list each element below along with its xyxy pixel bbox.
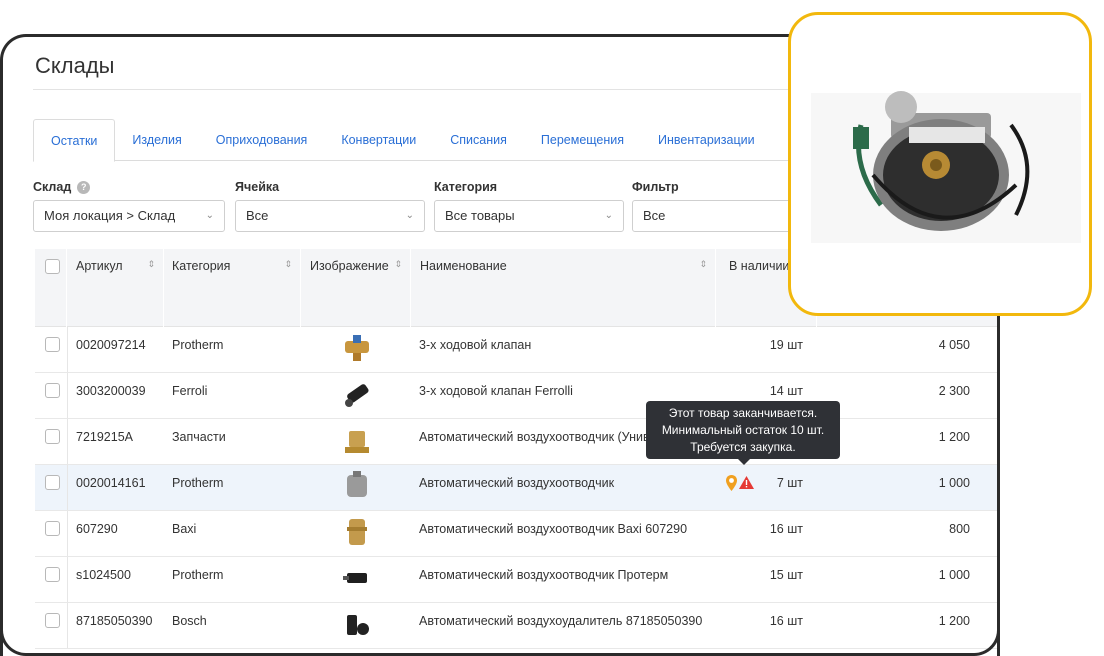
row-stock: 7 шт — [776, 476, 803, 490]
row-stock: 16 шт — [769, 522, 803, 536]
tooltip-line: Этот товар заканчивается. — [668, 406, 818, 420]
row-stock: 16 шт — [769, 614, 803, 628]
table-row[interactable]: 607290 Baxi Автоматический воздухоотводчик… — [35, 511, 997, 557]
tab-write-offs[interactable]: Списания — [433, 119, 524, 161]
row-category: Protherm — [172, 568, 224, 582]
row-checkbox[interactable] — [45, 429, 60, 444]
row-category: Bosch — [172, 614, 207, 628]
filter-category-label: Категория — [434, 180, 498, 194]
help-icon[interactable]: ? — [77, 180, 91, 194]
low-stock-tooltip: Этот товар заканчивается. Минимальный ос… — [646, 401, 840, 459]
column-image[interactable]: Изображение ⇕ — [302, 249, 411, 327]
row-category: Protherm — [172, 338, 224, 352]
column-sku[interactable]: Артикул ⇕ — [68, 249, 164, 327]
cell-select[interactable]: Все ⌄ — [235, 200, 425, 232]
row-price: 1 200 — [938, 614, 970, 628]
tab-conversions[interactable]: Конвертации — [324, 119, 433, 161]
row-checkbox[interactable] — [45, 337, 60, 352]
cell-select-value: Все — [246, 208, 269, 223]
table-row[interactable]: s1024500 Protherm Автоматический воздухоот… — [35, 557, 997, 603]
row-price: 1 000 — [938, 568, 970, 582]
page-title: Склады — [35, 53, 115, 78]
pump-motor-image — [811, 91, 1081, 243]
row-price: 2 300 — [938, 384, 970, 398]
row-name[interactable]: Автоматический воздухоудалитель 87185050… — [419, 603, 702, 649]
row-price: 1 000 — [938, 476, 970, 490]
chevron-down-icon: ⌄ — [205, 210, 214, 221]
tooltip-arrow — [738, 459, 750, 465]
row-price: 1 200 — [938, 430, 970, 444]
product-thumbnail[interactable] — [339, 469, 375, 503]
chevron-down-icon: ⌄ — [604, 210, 613, 221]
product-thumbnail[interactable] — [339, 377, 375, 411]
row-name[interactable]: Автоматический воздухоотводчик Протерм — [419, 557, 668, 603]
row-sku: 0020097214 — [76, 338, 146, 352]
product-thumbnail[interactable] — [339, 561, 375, 595]
tooltip-line: Требуется закупка. — [690, 440, 796, 454]
column-category[interactable]: Категория ⇕ — [164, 249, 301, 327]
row-sku: s1024500 — [76, 568, 131, 582]
row-sku: 7219215A — [76, 430, 134, 444]
row-name[interactable]: 3-х ходовой клапан — [419, 327, 531, 373]
row-price: 4 050 — [938, 338, 970, 352]
sort-icon: ⇕ — [699, 259, 707, 269]
warehouse-select-value: Моя локация > Склад — [44, 208, 176, 223]
filter-select-value: Все — [643, 208, 666, 223]
product-image-zoom — [788, 12, 1092, 316]
row-name[interactable]: Автоматический воздухоотводчик (Униве — [419, 419, 656, 465]
row-checkbox[interactable] — [45, 613, 60, 628]
row-stock: 19 шт — [769, 338, 803, 352]
row-checkbox[interactable] — [45, 475, 60, 490]
row-sku: 0020014161 — [76, 476, 146, 490]
warehouse-select[interactable]: Моя локация > Склад ⌄ — [33, 200, 225, 232]
table-row[interactable]: 87185050390 Bosch Автоматический воздухоуд… — [35, 603, 997, 649]
tab-inventory[interactable]: Инвентаризации — [641, 119, 772, 161]
row-sku: 607290 — [76, 522, 118, 536]
tab-stock[interactable]: Остатки — [33, 119, 116, 162]
row-sku: 3003200039 — [76, 384, 146, 398]
row-category: Baxi — [172, 522, 197, 536]
row-category: Protherm — [172, 476, 224, 490]
table-body: 0020097214 Protherm 3-х ходовой клапан 19 ш… — [35, 327, 997, 649]
row-name[interactable]: Автоматический воздухоотводчик — [419, 465, 614, 511]
row-stock: 15 шт — [769, 568, 803, 582]
table-row[interactable]: 3003200039 Ferroli 3-х ходовой клапан Ferr… — [35, 373, 997, 419]
row-category: Запчасти — [172, 430, 226, 444]
category-select-value: Все товары — [445, 208, 515, 223]
filter-warehouse-label: Склад — [33, 180, 72, 194]
column-name[interactable]: Наименование ⇕ — [412, 249, 716, 327]
filter-cell-label: Ячейка — [235, 180, 280, 194]
table-row[interactable]: 0020014161 Protherm Автоматический воздухо… — [35, 465, 997, 511]
sort-icon: ⇕ — [284, 259, 292, 269]
filter-warehouse: Склад ? Моя локация > Склад ⌄ — [33, 177, 225, 232]
product-thumbnail[interactable] — [339, 423, 375, 457]
filter-category: Категория Все товары ⌄ — [434, 177, 624, 232]
row-name[interactable]: 3-х ходовой клапан Ferrolli — [419, 373, 573, 419]
row-checkbox[interactable] — [45, 567, 60, 582]
chevron-down-icon: ⌄ — [405, 210, 414, 221]
sort-icon: ⇕ — [147, 259, 155, 269]
select-all-checkbox[interactable] — [45, 259, 60, 274]
tab-products[interactable]: Изделия — [115, 119, 198, 161]
row-checkbox[interactable] — [45, 383, 60, 398]
row-checkbox[interactable] — [45, 521, 60, 536]
tooltip-line: Минимальный остаток 10 шт. — [661, 423, 825, 437]
category-select[interactable]: Все товары ⌄ — [434, 200, 624, 232]
tab-transfers[interactable]: Перемещения — [524, 119, 641, 161]
sort-icon: ⇕ — [394, 259, 402, 269]
tab-receipts[interactable]: Оприходования — [199, 119, 325, 161]
row-name[interactable]: Автоматический воздухоотводчик Baxi 6072… — [419, 511, 687, 557]
row-sku: 87185050390 — [76, 614, 153, 628]
table-row[interactable]: 0020097214 Protherm 3-х ходовой клапан 19 ш… — [35, 327, 997, 373]
row-category: Ferroli — [172, 384, 208, 398]
row-price: 800 — [949, 522, 970, 536]
product-thumbnail[interactable] — [339, 607, 375, 641]
filter-cell: Ячейка Все ⌄ — [235, 177, 425, 232]
table-row[interactable]: 7219215A Запчасти Автоматический воздухоот… — [35, 419, 997, 465]
product-thumbnail[interactable] — [339, 331, 375, 365]
product-thumbnail[interactable] — [339, 515, 375, 549]
